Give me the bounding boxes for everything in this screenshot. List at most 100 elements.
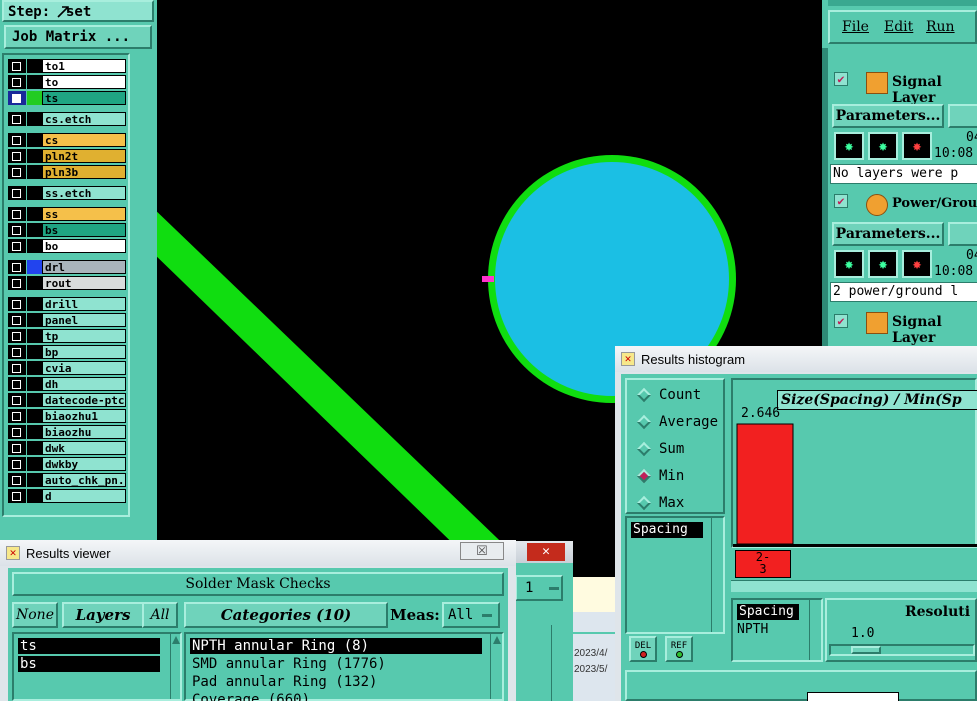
layer-name[interactable]: to1 <box>42 59 126 73</box>
secondary-button[interactable] <box>948 222 977 246</box>
menu-file[interactable]: File <box>842 19 869 35</box>
layer-name[interactable]: tp <box>42 329 126 343</box>
layer-affected-indicator[interactable] <box>27 133 42 147</box>
none-button[interactable]: None <box>12 602 58 628</box>
layer-row-auto-chk-pn-[interactable]: auto_chk_pn. <box>8 473 126 487</box>
layer-row-pln2t[interactable]: pln2t <box>8 149 126 163</box>
mode-radio-average[interactable]: Average <box>635 411 718 433</box>
layer-checkbox[interactable] <box>8 329 26 343</box>
layer-name[interactable]: to <box>42 75 126 89</box>
layer-checkbox[interactable] <box>8 207 26 221</box>
histogram-bar[interactable] <box>736 423 794 545</box>
layer-row-tp[interactable]: tp <box>8 329 126 343</box>
layer-affected-indicator[interactable] <box>27 457 42 471</box>
layer-row-ts[interactable]: ts <box>8 91 126 105</box>
layer-checkbox[interactable] <box>8 260 26 274</box>
layer-row-datecode-ptc[interactable]: datecode-ptc <box>8 393 126 407</box>
layer-row-rout[interactable]: rout <box>8 276 126 290</box>
run-settings-icon[interactable]: ✸ <box>868 250 898 278</box>
layer-checkbox[interactable] <box>8 297 26 311</box>
layer-checkbox[interactable] <box>8 489 26 503</box>
layer-affected-indicator[interactable] <box>27 59 42 73</box>
layer-row-to1[interactable]: to1 <box>8 59 126 73</box>
layer-affected-indicator[interactable] <box>27 91 42 105</box>
layer-name[interactable]: biaozhu1 <box>42 409 126 423</box>
layer-row-bp[interactable]: bp <box>8 345 126 359</box>
layer-name[interactable]: bp <box>42 345 126 359</box>
run-icon[interactable]: ✸ <box>834 132 864 160</box>
del-button[interactable]: DEL <box>629 636 657 662</box>
layer-checkbox[interactable] <box>8 441 26 455</box>
run-stop-icon[interactable]: ✸ <box>902 132 932 160</box>
layer-list-item[interactable]: ts <box>18 638 160 654</box>
layer-row-drl[interactable]: drl <box>8 260 126 274</box>
run-stop-icon[interactable]: ✸ <box>902 250 932 278</box>
layer-name[interactable]: bs <box>42 223 126 237</box>
category-list-item[interactable]: NPTH <box>737 622 768 637</box>
menu-edit[interactable]: Edit <box>884 19 913 35</box>
category-list[interactable]: Spacing NPTH <box>731 598 823 662</box>
layer-name[interactable]: cs.etch <box>42 112 126 126</box>
layer-name[interactable]: auto_chk_pn. <box>42 473 126 487</box>
layer-checkbox[interactable] <box>8 425 26 439</box>
job-matrix-button[interactable]: Job Matrix ... <box>4 25 152 49</box>
layer-affected-indicator[interactable] <box>27 393 42 407</box>
layer-row-panel[interactable]: panel <box>8 313 126 327</box>
meas-dropdown[interactable]: All <box>442 602 500 628</box>
layer-row-d[interactable]: d <box>8 489 126 503</box>
layer-checkbox[interactable] <box>8 409 26 423</box>
all-button[interactable]: All <box>142 602 178 628</box>
layer-checkbox[interactable] <box>8 239 26 253</box>
layer-checkbox[interactable] <box>8 59 26 73</box>
category-list-scrollbar[interactable] <box>809 600 821 660</box>
layer-affected-indicator[interactable] <box>27 112 42 126</box>
layer-name[interactable]: ss.etch <box>42 186 126 200</box>
layer-checkbox[interactable] <box>8 473 26 487</box>
background-window-scrollbar[interactable] <box>551 625 565 701</box>
layer-affected-indicator[interactable] <box>27 377 42 391</box>
layer-affected-indicator[interactable] <box>27 207 42 221</box>
ref-button[interactable]: REF <box>665 636 693 662</box>
layer-affected-indicator[interactable] <box>27 297 42 311</box>
layer-checkbox[interactable] <box>8 75 26 89</box>
measure-list-scrollbar[interactable] <box>711 518 721 632</box>
categories-scrollbar[interactable] <box>490 634 502 699</box>
layer-affected-indicator[interactable] <box>27 441 42 455</box>
layer-affected-indicator[interactable] <box>27 75 42 89</box>
layer-checkbox[interactable] <box>8 393 26 407</box>
layer-name[interactable]: ss <box>42 207 126 221</box>
layer-name[interactable]: ts <box>42 91 126 105</box>
mode-radio-sum[interactable]: Sum <box>635 438 684 460</box>
layers-list[interactable]: ts bs <box>12 632 182 701</box>
category-list-item[interactable]: Coverage (660) <box>190 692 482 701</box>
layer-row-ss-etch[interactable]: ss.etch <box>8 186 126 200</box>
layer-checkbox[interactable] <box>8 345 26 359</box>
run-icon[interactable]: ✸ <box>834 250 864 278</box>
layer-name[interactable]: panel <box>42 313 126 327</box>
histogram-titlebar[interactable]: ✕ Results histogram <box>615 346 977 372</box>
layer-name[interactable]: bo <box>42 239 126 253</box>
layer-affected-indicator[interactable] <box>27 149 42 163</box>
menu-run[interactable]: Run <box>926 19 955 35</box>
layer-affected-indicator[interactable] <box>27 361 42 375</box>
layer-row-dwk[interactable]: dwk <box>8 441 126 455</box>
secondary-button[interactable] <box>948 104 977 128</box>
measure-list-item[interactable]: Spacing <box>631 522 703 538</box>
layer-name[interactable]: dwk <box>42 441 126 455</box>
layer-affected-indicator[interactable] <box>27 329 42 343</box>
categories-list[interactable]: NPTH annular Ring (8) SMD annular Ring (1… <box>184 632 504 701</box>
layer-row-cvia[interactable]: cvia <box>8 361 126 375</box>
category-list-item[interactable]: Pad annular Ring (132) <box>190 674 482 690</box>
layer-row-dwkby[interactable]: dwkby <box>8 457 126 471</box>
layer-affected-indicator[interactable] <box>27 313 42 327</box>
layer-name[interactable]: d <box>42 489 126 503</box>
layer-row-ss[interactable]: ss <box>8 207 126 221</box>
category-list-item-selected[interactable]: Spacing <box>737 604 799 620</box>
resolution-slider-thumb[interactable] <box>851 646 881 654</box>
mode-radio-min[interactable]: Min <box>635 465 684 487</box>
layer-checkbox[interactable] <box>8 313 26 327</box>
step-field[interactable]: Step: set <box>2 0 154 22</box>
layer-name[interactable]: drill <box>42 297 126 311</box>
layer-row-cs[interactable]: cs <box>8 133 126 147</box>
layers-scrollbar[interactable] <box>170 634 180 699</box>
